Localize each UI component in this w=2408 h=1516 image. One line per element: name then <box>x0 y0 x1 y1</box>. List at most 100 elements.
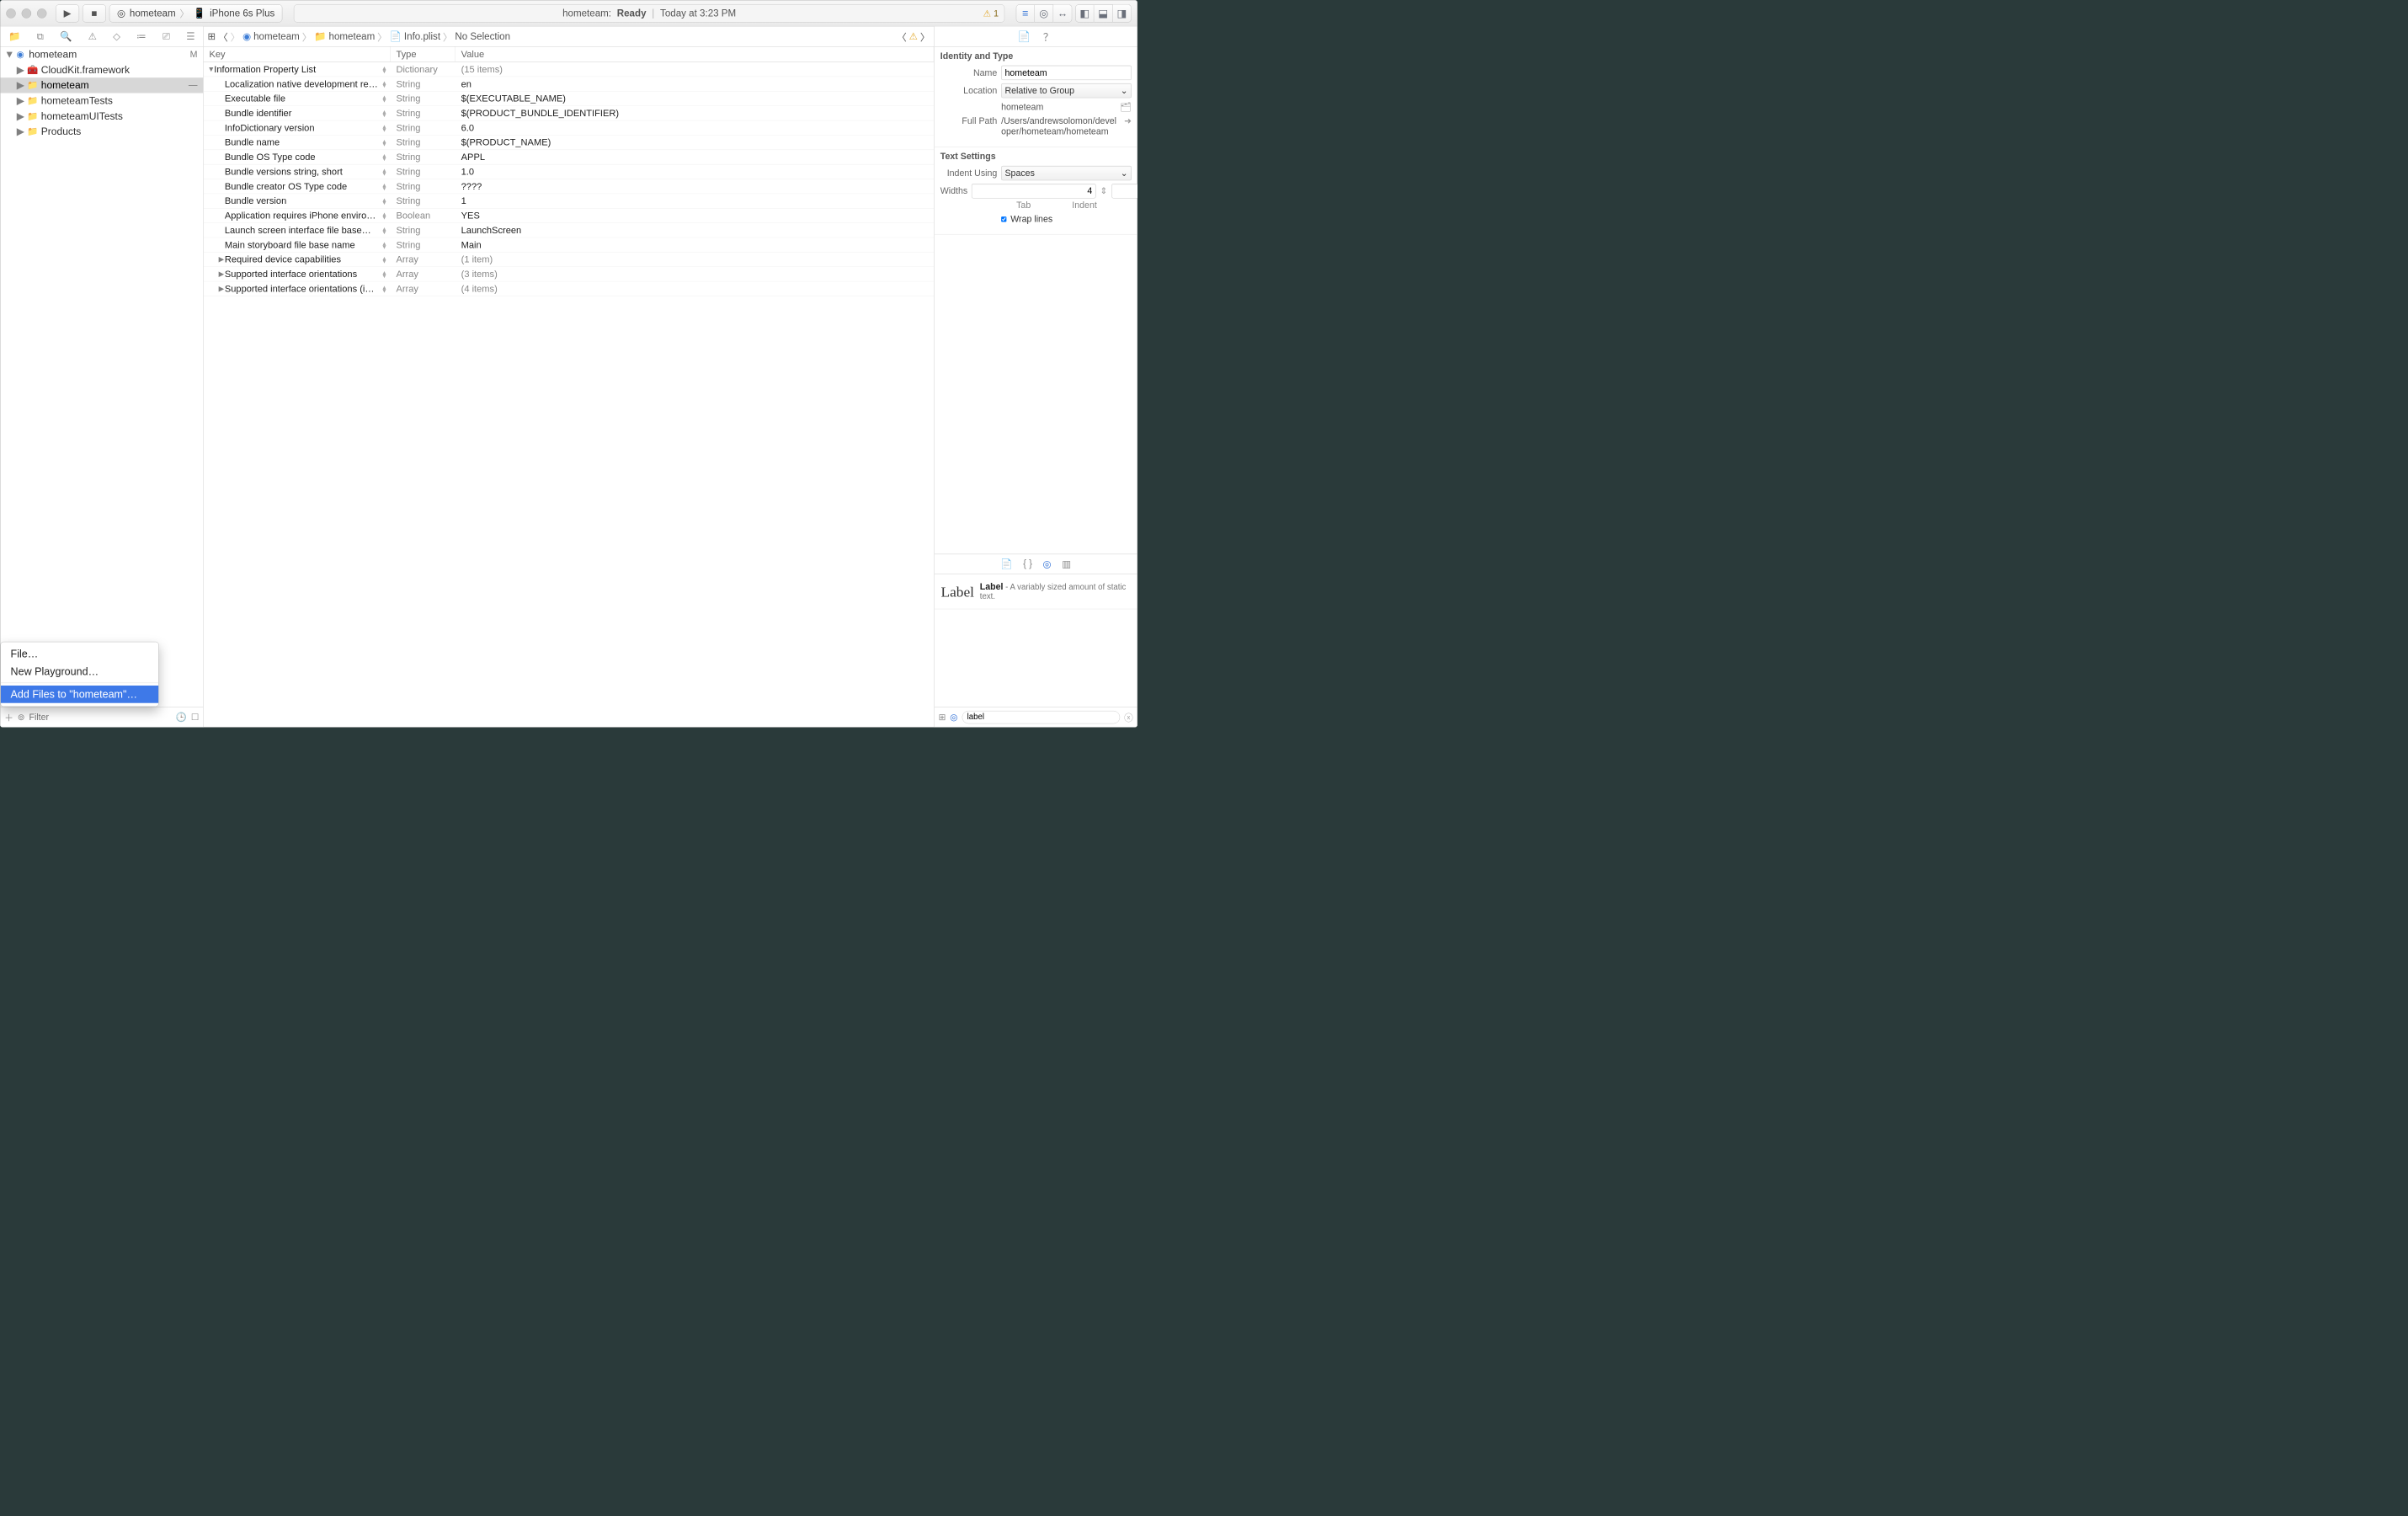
disclosure-icon[interactable]: ▶ <box>218 285 225 293</box>
plist-row[interactable]: Bundle version▲▼String1 <box>204 194 935 208</box>
reveal-button[interactable]: ➜ <box>1124 116 1132 127</box>
col-type[interactable]: Type <box>391 46 455 61</box>
plist-type[interactable]: String <box>391 122 455 133</box>
report-navigator-tab[interactable]: ☰ <box>186 30 194 42</box>
close-icon[interactable] <box>6 8 16 19</box>
name-field[interactable] <box>1001 66 1132 80</box>
plist-type[interactable]: String <box>391 166 455 177</box>
plist-value[interactable]: ???? <box>455 181 934 192</box>
plist-type[interactable]: Boolean <box>391 210 455 221</box>
plist-row[interactable]: Application requires iPhone enviro…▲▼Boo… <box>204 209 935 223</box>
plist-row[interactable]: ▶Supported interface orientations▲▼Array… <box>204 267 935 281</box>
object-library-tab[interactable]: ◎ <box>1043 558 1052 570</box>
file-inspector-tab[interactable]: 📄 <box>1018 30 1031 43</box>
stepper-icon[interactable]: ▲▼ <box>381 66 387 72</box>
assistant-editor-button[interactable]: ◎ <box>1035 4 1053 22</box>
toggle-inspector-button[interactable]: ◨ <box>1113 4 1132 22</box>
crumb-folder[interactable]: hometeam <box>329 30 376 42</box>
tree-item[interactable]: ▶📁 Products <box>0 124 203 139</box>
plist-type[interactable]: String <box>391 239 455 250</box>
plist-value[interactable]: (3 items) <box>455 269 934 280</box>
menu-item-file[interactable]: File… <box>1 645 158 663</box>
navigator-filter-input[interactable] <box>29 712 172 723</box>
plist-row[interactable]: InfoDictionary version▲▼String6.0 <box>204 120 935 135</box>
back-button[interactable]: 〈 <box>218 29 228 44</box>
menu-item-playground[interactable]: New Playground… <box>1 663 158 681</box>
debug-navigator-tab[interactable]: ≔ <box>136 30 147 42</box>
plist-row[interactable]: ▶Required device capabilities▲▼Array(1 i… <box>204 253 935 267</box>
stepper-icon[interactable]: ▲▼ <box>381 110 387 117</box>
tree-item[interactable]: ▶🧰 CloudKit.framework <box>0 62 203 77</box>
stepper-icon[interactable]: ▲▼ <box>381 286 387 292</box>
plist-type[interactable]: Array <box>391 283 455 294</box>
next-issue-button[interactable]: 〉 <box>920 29 930 44</box>
project-tree[interactable]: ▼ ◉ hometeam M ▶🧰 CloudKit.framework ▶📁 … <box>0 46 203 707</box>
plist-row[interactable]: Bundle name▲▼String$(PRODUCT_NAME) <box>204 136 935 150</box>
plist-row[interactable]: ▶Supported interface orientations (i…▲▼A… <box>204 281 935 296</box>
toggle-debug-button[interactable]: ⬓ <box>1094 4 1112 22</box>
plist-value[interactable]: APPL <box>455 152 934 163</box>
location-select[interactable]: Relative to Group ⌄ <box>1001 83 1132 98</box>
stepper-icon[interactable]: ▲▼ <box>381 227 387 233</box>
prev-issue-button[interactable]: 〈 <box>897 29 907 44</box>
standard-editor-button[interactable]: ≡ <box>1016 4 1035 22</box>
plist-row[interactable]: Bundle creator OS Type code▲▼String???? <box>204 179 935 194</box>
tree-item[interactable]: ▶📁 hometeamTests <box>0 93 203 108</box>
tree-item[interactable]: ▶📁 hometeam — <box>0 77 203 93</box>
col-value[interactable]: Value <box>455 46 934 61</box>
library-filter-input[interactable] <box>962 711 1120 723</box>
plist-row[interactable]: Localization native development re…▲▼Str… <box>204 77 935 91</box>
plist-body[interactable]: ▼Information Property List▲▼Dictionary(1… <box>204 62 935 727</box>
plist-row[interactable]: Executable file▲▼String$(EXECUTABLE_NAME… <box>204 92 935 106</box>
plist-type[interactable]: String <box>391 195 455 206</box>
plist-type[interactable]: String <box>391 108 455 119</box>
run-button[interactable]: ▶ <box>56 4 79 22</box>
plist-type[interactable]: String <box>391 181 455 192</box>
media-library-tab[interactable]: ▥ <box>1062 558 1071 570</box>
plist-value[interactable]: YES <box>455 210 934 221</box>
add-button[interactable]: ＋ <box>4 711 13 723</box>
plist-value[interactable]: 1 <box>455 195 934 206</box>
tree-root[interactable]: ▼ ◉ hometeam M <box>0 46 203 61</box>
tab-width-field[interactable] <box>972 184 1096 198</box>
tree-item[interactable]: ▶📁 hometeamUITests <box>0 109 203 124</box>
breakpoint-navigator-tab[interactable]: ⎚ <box>162 30 170 42</box>
stepper-icon[interactable]: ▲▼ <box>381 212 387 219</box>
search-navigator-tab[interactable]: 🔍 <box>60 30 72 42</box>
plist-value[interactable]: LaunchScreen <box>455 225 934 236</box>
plist-row[interactable]: Launch screen interface file base…▲▼Stri… <box>204 223 935 238</box>
stepper-icon[interactable]: ⇕ <box>1100 186 1107 197</box>
stepper-icon[interactable]: ▲▼ <box>381 139 387 146</box>
menu-item-add-files[interactable]: Add Files to "hometeam"… <box>1 686 158 703</box>
plist-type[interactable]: String <box>391 93 455 104</box>
crumb-project[interactable]: hometeam <box>253 30 300 42</box>
plist-value[interactable]: (1 item) <box>455 254 934 265</box>
plist-type[interactable]: Array <box>391 254 455 265</box>
scm-filter-icon[interactable]: ☐ <box>191 712 200 723</box>
wrap-lines-checkbox[interactable] <box>1001 216 1006 222</box>
stepper-icon[interactable]: ▲▼ <box>381 125 387 131</box>
zoom-icon[interactable] <box>37 8 47 19</box>
indent-using-select[interactable]: Spaces ⌄ <box>1001 166 1132 180</box>
file-templates-tab[interactable]: 📄 <box>1000 558 1012 570</box>
issues-indicator[interactable]: ⚠ 1 <box>983 8 999 19</box>
col-key[interactable]: Key <box>204 46 391 61</box>
plist-value[interactable]: en <box>455 78 934 89</box>
plist-value[interactable]: 6.0 <box>455 122 934 133</box>
forward-button[interactable]: 〉 <box>231 29 241 44</box>
indent-width-field[interactable] <box>1111 184 1137 198</box>
plist-type[interactable]: String <box>391 78 455 89</box>
plist-type[interactable]: Dictionary <box>391 64 455 75</box>
jump-bar[interactable]: ⊞ 〈 〉 ◉hometeam 〉 📁hometeam 〉 📄Info.plis… <box>204 26 935 46</box>
minimize-icon[interactable] <box>22 8 32 19</box>
disclosure-icon[interactable]: ▼ <box>208 65 215 73</box>
stepper-icon[interactable]: ▲▼ <box>381 95 387 102</box>
plist-value[interactable]: Main <box>455 239 934 250</box>
version-editor-button[interactable]: ↔ <box>1053 4 1072 22</box>
plist-type[interactable]: String <box>391 225 455 236</box>
test-navigator-tab[interactable]: ◇ <box>113 30 120 42</box>
plist-row[interactable]: Main storyboard file base name▲▼StringMa… <box>204 238 935 252</box>
crumb-file[interactable]: Info.plist <box>404 30 440 42</box>
stepper-icon[interactable]: ▲▼ <box>381 168 387 175</box>
plist-type[interactable]: Array <box>391 269 455 280</box>
